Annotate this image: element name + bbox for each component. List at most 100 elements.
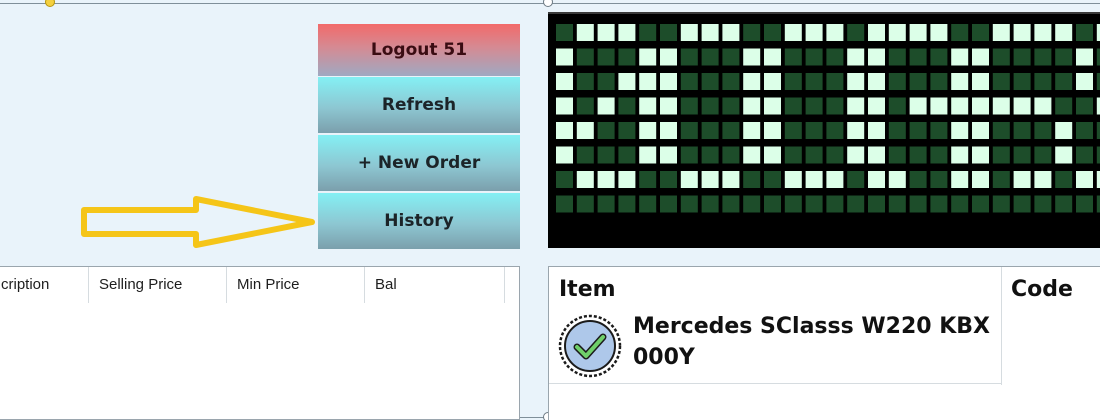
led-dot (972, 195, 989, 213)
led-dot (992, 195, 1010, 213)
led-dot (805, 122, 823, 139)
led-dot (888, 146, 906, 164)
led-dot (639, 195, 657, 213)
led-dot (826, 97, 844, 115)
led-dot (1055, 48, 1073, 66)
led-dot (556, 195, 573, 213)
led-dot (618, 122, 636, 139)
led-dot (784, 146, 802, 164)
led-dot (888, 73, 906, 90)
led-dot (826, 146, 844, 164)
column-header-item[interactable]: Item (559, 267, 616, 311)
new-order-button[interactable]: + New Order (318, 135, 520, 191)
product-table: cription Selling Price Min Price Bal (0, 266, 520, 420)
led-dot (597, 73, 615, 90)
table-row-item-name[interactable]: Mercedes SClasss W220 KBX 000Y (633, 311, 993, 373)
led-dot (992, 97, 1010, 115)
led-dot (888, 48, 906, 66)
led-dot (1013, 122, 1031, 139)
led-dot (597, 146, 615, 164)
led-dot (764, 73, 781, 90)
led-dot (784, 24, 802, 41)
column-header-code[interactable]: Code (1011, 267, 1073, 311)
led-dot (992, 73, 1010, 90)
led-dot (784, 122, 802, 139)
led-dot (639, 48, 657, 66)
led-dot (805, 195, 823, 213)
led-dot (576, 48, 594, 66)
led-dot (847, 24, 865, 41)
led-dot (909, 171, 927, 188)
led-dot (784, 97, 802, 115)
column-header-min-price[interactable]: Min Price (227, 267, 365, 303)
led-dot (909, 97, 927, 115)
led-dot (660, 48, 677, 66)
led-dot (951, 24, 969, 41)
led-dot (930, 171, 948, 188)
resize-handle-top[interactable] (543, 0, 553, 7)
led-dot (597, 122, 615, 139)
led-dot (992, 171, 1010, 188)
led-dot (743, 171, 761, 188)
led-dot (805, 171, 823, 188)
column-header-selling-price[interactable]: Selling Price (89, 267, 227, 303)
led-dot (680, 195, 698, 213)
led-dot (1013, 195, 1031, 213)
led-dot (597, 97, 615, 115)
led-dot (618, 195, 636, 213)
led-dot (576, 97, 594, 115)
history-button[interactable]: History (318, 193, 520, 249)
logout-button[interactable]: Logout 51 (318, 24, 520, 76)
led-dot (951, 97, 969, 115)
led-dot (618, 48, 636, 66)
led-dot (576, 146, 594, 164)
column-header-description[interactable]: cription (0, 267, 89, 303)
refresh-button[interactable]: Refresh (318, 77, 520, 133)
column-header-bal[interactable]: Bal (365, 267, 505, 303)
led-dot (722, 122, 740, 139)
led-dot (972, 146, 989, 164)
led-dot (722, 171, 740, 188)
led-dot-matrix (556, 24, 1100, 213)
led-dot (576, 122, 594, 139)
led-dot (826, 73, 844, 90)
led-dot (805, 48, 823, 66)
annotation-arrow-icon (81, 196, 315, 248)
led-dot (847, 146, 865, 164)
led-dot (764, 171, 781, 188)
history-button-label: History (384, 211, 454, 231)
led-dot (972, 171, 989, 188)
led-dot (701, 73, 719, 90)
row-divider (549, 383, 1001, 384)
led-dot (1055, 97, 1073, 115)
led-dot (1034, 73, 1052, 90)
led-dot (618, 171, 636, 188)
led-dot (743, 146, 761, 164)
led-dot (784, 171, 802, 188)
led-dot (680, 146, 698, 164)
led-dot (909, 73, 927, 90)
order-items-table: Item Code Mercedes SClasss W220 KBX 000Y (548, 266, 1100, 420)
led-dot (722, 97, 740, 115)
led-dot (660, 146, 677, 164)
led-dot (847, 97, 865, 115)
led-dot (826, 48, 844, 66)
led-dot (1034, 97, 1052, 115)
led-dot (826, 24, 844, 41)
resize-handle-top-left[interactable] (45, 0, 55, 7)
led-dot (1034, 24, 1052, 41)
led-dot (826, 171, 844, 188)
led-dot (764, 48, 781, 66)
led-dot (805, 73, 823, 90)
led-dot (722, 146, 740, 164)
led-dot (972, 122, 989, 139)
led-dot (909, 195, 927, 213)
led-dot (951, 146, 969, 164)
led-dot (1013, 73, 1031, 90)
led-dot (868, 195, 885, 213)
led-dot (1013, 97, 1031, 115)
led-dot (805, 146, 823, 164)
led-dot (1034, 195, 1052, 213)
led-dot (847, 171, 865, 188)
led-dot (972, 48, 989, 66)
